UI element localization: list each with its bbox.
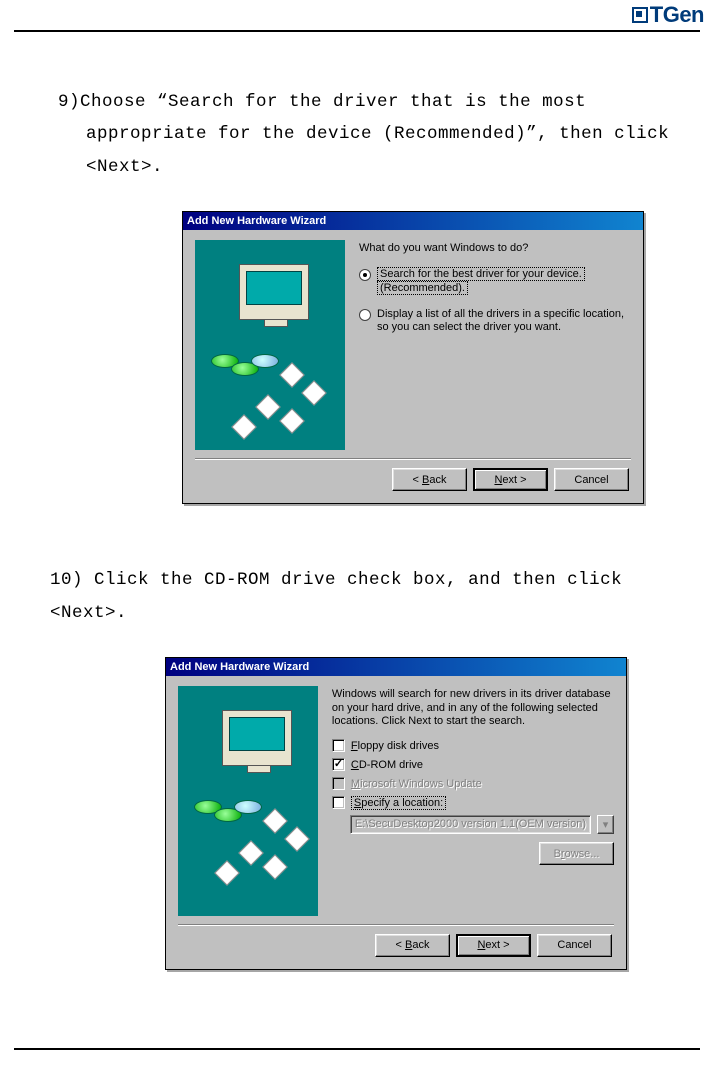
radio-option-display-list[interactable]: Display a list of all the drivers in a s… — [359, 308, 631, 336]
checkbox-specify-label: Specify a location: — [351, 797, 446, 809]
dialog1-opt2-label: Display a list of all the drivers in a s… — [377, 308, 631, 336]
checkbox-floppy[interactable]: Floppy disk drives — [332, 739, 614, 752]
chip-icon — [301, 380, 326, 405]
chip-icon — [231, 414, 256, 439]
disc-icon — [234, 800, 262, 814]
radio-icon — [359, 309, 371, 321]
dialog2-title: Add New Hardware Wizard — [170, 661, 309, 673]
checkbox-icon — [332, 777, 345, 790]
monitor-icon — [239, 264, 309, 320]
chip-icon — [214, 860, 239, 885]
chip-icon — [279, 362, 304, 387]
brand-logo: TGen — [632, 2, 704, 28]
chip-icon — [284, 826, 309, 851]
dialog1-title: Add New Hardware Wizard — [187, 215, 326, 227]
radio-icon — [359, 269, 371, 281]
radio-label-recommended: Search for the best driver for your devi… — [377, 268, 585, 296]
dialog1-opt1-line2: (Recommended). — [377, 281, 468, 295]
radio-option-recommended[interactable]: Search for the best driver for your devi… — [359, 268, 631, 296]
chip-icon — [255, 394, 280, 419]
step-10-text: 10) Click the CD-ROM drive check box, an… — [28, 564, 686, 629]
monitor-icon — [222, 710, 292, 766]
wizard-dialog-1: Add New Hardware Wizard — [182, 211, 644, 504]
next-button[interactable]: Next > — [473, 468, 548, 491]
chip-icon — [262, 854, 287, 879]
checkbox-icon — [332, 796, 345, 809]
page-bottom-rule — [14, 1048, 700, 1050]
dialog1-opt1-line1: Search for the best driver for your devi… — [377, 267, 585, 281]
chip-icon — [279, 408, 304, 433]
checkbox-icon — [332, 739, 345, 752]
checkbox-msupdate: Microsoft Windows Update — [332, 777, 614, 790]
dialog1-prompt: What do you want Windows to do? — [359, 242, 631, 254]
back-button[interactable]: < Back — [375, 934, 450, 957]
location-path-input: E:\SecuDesktop2000 version 1.1(OEM versi… — [350, 815, 591, 834]
wizard-dialog-2: Add New Hardware Wizard — [165, 657, 627, 970]
dialog2-intro: Windows will search for new drivers in i… — [332, 688, 614, 729]
checkbox-floppy-label: Floppy disk drives — [351, 740, 439, 752]
dropdown-button: ▾ — [597, 815, 614, 834]
page-top-rule — [14, 30, 700, 32]
cancel-button[interactable]: Cancel — [537, 934, 612, 957]
brand-logo-icon — [632, 7, 648, 23]
checkbox-cdrom-label: CD-ROM drive — [351, 759, 423, 771]
dialog1-separator — [195, 458, 631, 460]
disc-icon — [251, 354, 279, 368]
chevron-down-icon: ▾ — [603, 818, 609, 831]
checkbox-icon — [332, 758, 345, 771]
dialog1-illustration — [195, 240, 345, 450]
brand-logo-text: TGen — [650, 2, 704, 28]
chip-icon — [262, 808, 287, 833]
dialog1-titlebar: Add New Hardware Wizard — [183, 212, 643, 230]
chip-icon — [238, 840, 263, 865]
back-button[interactable]: < Back — [392, 468, 467, 491]
step-9-text: 9)Choose “Search for the driver that is … — [28, 86, 686, 183]
dialog2-titlebar: Add New Hardware Wizard — [166, 658, 626, 676]
next-button[interactable]: Next > — [456, 934, 531, 957]
checkbox-msupdate-label: Microsoft Windows Update — [351, 778, 482, 790]
browse-button: Browse... — [539, 842, 614, 865]
checkbox-specify-location[interactable]: Specify a location: — [332, 796, 614, 809]
dialog2-separator — [178, 924, 614, 926]
dialog2-illustration — [178, 686, 318, 916]
checkbox-cdrom[interactable]: CD-ROM drive — [332, 758, 614, 771]
cancel-button[interactable]: Cancel — [554, 468, 629, 491]
